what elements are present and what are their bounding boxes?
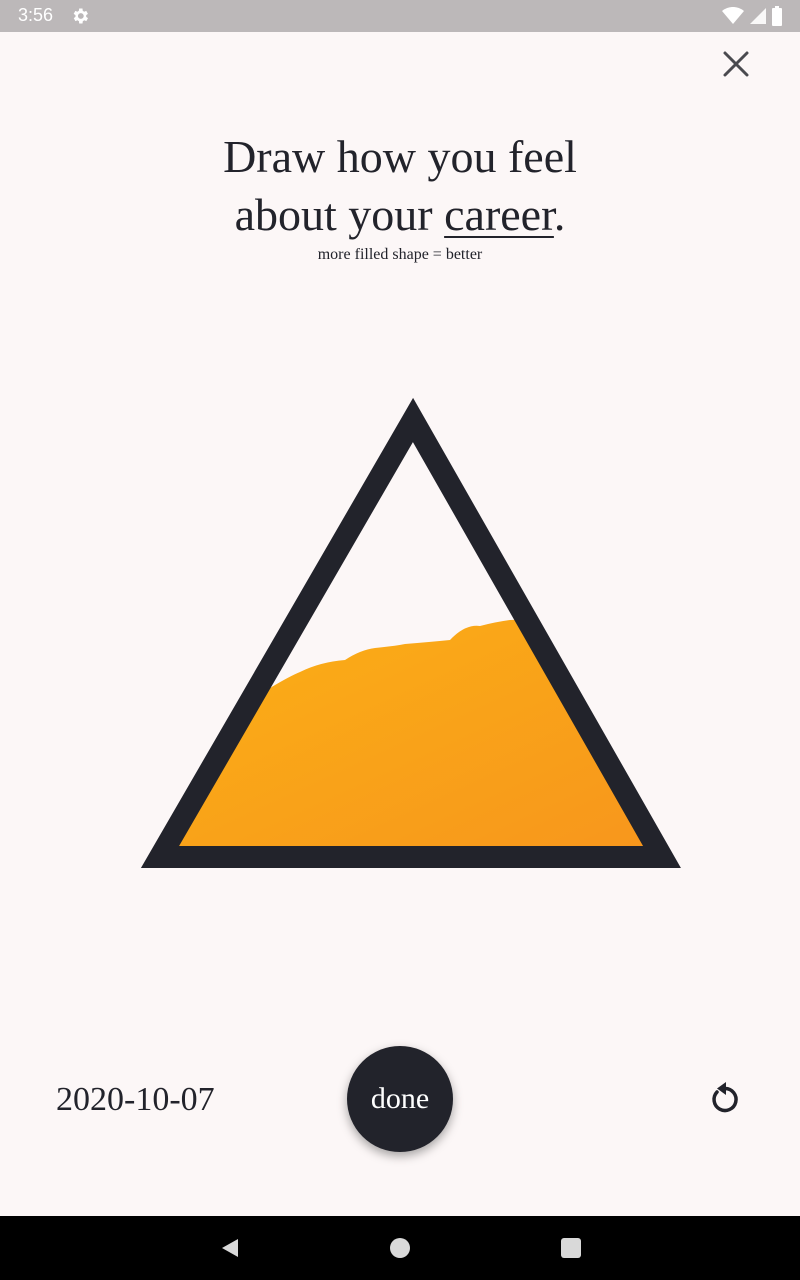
- battery-icon: [772, 6, 782, 26]
- home-icon[interactable]: [390, 1238, 410, 1258]
- undo-icon[interactable]: [704, 1078, 746, 1120]
- done-button-label: done: [370, 1082, 430, 1115]
- status-time: 3:56: [18, 5, 54, 25]
- back-icon[interactable]: [218, 1236, 242, 1260]
- prompt-line-1: Draw how you feel: [223, 131, 577, 182]
- date-label: 2020-10-07: [56, 1081, 215, 1118]
- done-button[interactable]: done: [347, 1046, 453, 1152]
- navigation-bar: [0, 1216, 800, 1280]
- prompt-hint: more filled shape = better: [317, 246, 483, 263]
- prompt: Draw how you feel about your career. mor…: [0, 128, 800, 266]
- recents-icon[interactable]: [561, 1238, 581, 1258]
- settings-icon: [73, 8, 88, 24]
- wifi-icon: [722, 7, 744, 24]
- signal-icon: [750, 8, 766, 24]
- close-icon[interactable]: [716, 44, 756, 84]
- prompt-suffix: .: [553, 189, 566, 240]
- prompt-prefix: about your: [234, 189, 445, 240]
- status-icons: [722, 6, 782, 26]
- prompt-line-2: about your career.: [0, 186, 800, 244]
- status-bar: 3:56: [0, 0, 800, 32]
- drawing-canvas[interactable]: [0, 380, 800, 890]
- prompt-topic: career: [444, 189, 554, 240]
